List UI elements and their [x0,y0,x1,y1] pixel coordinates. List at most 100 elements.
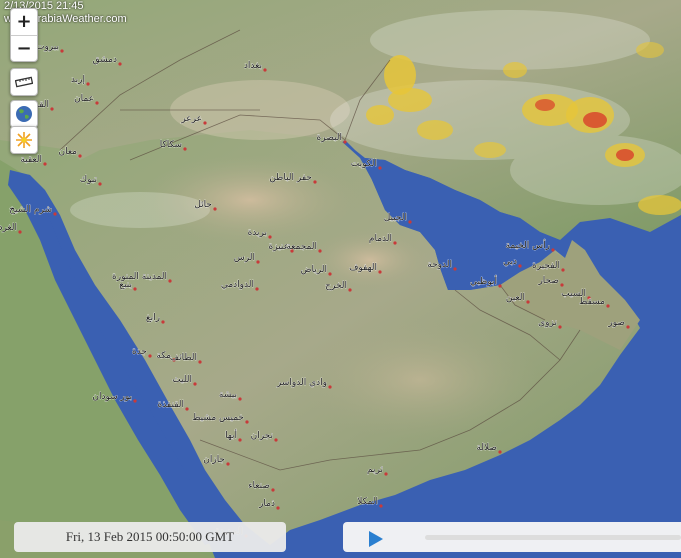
city-label: بيروت [36,42,59,52]
city-label: العقبة [20,155,42,165]
lightning-button[interactable] [10,126,38,154]
ruler-icon [15,76,33,88]
weather-map[interactable]: بيروتدمشقإربدعمانالقدسالعقبةمعانتبوكبغدا… [0,0,681,558]
city-dot [193,382,197,386]
city-dot [263,68,267,72]
city-label: دمشق [93,55,117,65]
animation-player [343,522,681,552]
city-label: شرم الشيخ [9,205,52,215]
time-display: Fri, 13 Feb 2015 00:50:00 GMT [14,522,286,552]
city-label: العين [506,293,525,303]
globe-button[interactable] [10,100,38,128]
city-label: سكاكا [160,140,182,150]
city-label: الدمام [369,234,392,244]
city-label: الكويت [351,159,377,169]
city-label: ثريم [367,465,383,475]
timeline-slider[interactable] [425,535,681,540]
city-label: بور سودان [92,392,132,402]
city-dot [551,248,555,252]
city-dot [348,288,352,292]
city-label: الدوحة [427,260,452,270]
zoom-control: + − [10,8,38,62]
city-label: الطائف [170,353,197,363]
city-label: عرعر [180,114,202,124]
city-dot [626,325,630,329]
city-label: صور [607,318,625,328]
city-dot [60,49,64,53]
lightning-icon [16,132,32,148]
zoom-in-button[interactable]: + [11,9,37,35]
zoom-out-button[interactable]: − [11,34,37,62]
city-label: أبوظبي [470,275,497,287]
city-dot [276,506,280,510]
city-label: الخرج [325,281,347,291]
city-dot [378,270,382,274]
city-dot [561,268,565,272]
city-label: أبها [225,429,237,441]
city-label: رابغ [146,313,160,323]
city-label: دبي [503,257,517,267]
city-dot [95,101,99,105]
city-label: تبوك [80,175,98,185]
city-dot [560,283,564,287]
city-dot [118,62,122,66]
city-dot [313,180,317,184]
city-label: بغداد [244,61,262,71]
globe-icon [16,106,32,122]
city-label: الهفوف [349,263,377,273]
city-label: جازان [203,455,225,465]
ruler-button[interactable] [10,68,38,96]
city-dot [384,472,388,476]
city-dot [256,260,260,264]
city-label: نجران [251,431,273,441]
city-dot [148,354,152,358]
city-dot [50,107,54,111]
city-dot [198,360,202,364]
city-dot [378,166,382,170]
city-dot [518,264,522,268]
desert-rubalkhali [300,320,540,440]
city-dot [245,420,249,424]
city-dot [86,82,90,86]
city-dot [226,462,230,466]
city-label: إربد [71,75,85,85]
city-label: الجبيل [384,213,407,223]
city-dot [318,249,322,253]
city-label: الرس [234,253,255,263]
city-label: الليث [172,375,192,385]
city-label: خميس مشيط [192,413,244,423]
city-dot [183,147,187,151]
city-dot [213,207,217,211]
city-label: حائل [194,200,212,210]
city-dot [18,230,22,234]
city-label: ينبع [119,280,132,290]
city-dot [498,450,502,454]
city-label: عمان [74,94,94,104]
play-button[interactable] [369,531,383,547]
city-label: المجمعة [286,242,317,252]
city-label: ذمار [258,499,275,509]
city-dot [526,300,530,304]
city-label: بيشة [219,390,237,400]
city-dot [255,287,259,291]
city-label: صحار [537,276,559,286]
city-dot [168,279,172,283]
city-dot [203,121,207,125]
city-label: المكلا [357,497,378,507]
city-label: الفجيرة [532,261,560,271]
city-dot [408,220,412,224]
city-label: الرياض [301,265,327,275]
city-dot [133,399,137,403]
city-dot [379,504,383,508]
city-dot [343,140,347,144]
city-dot [271,488,275,492]
city-dot [606,304,610,308]
city-label: الغردقة [0,223,17,233]
city-dot [498,284,502,288]
city-dot [238,397,242,401]
city-dot [558,325,562,329]
city-dot [238,438,242,442]
city-dot [133,287,137,291]
city-dot [328,385,332,389]
city-dot [185,407,189,411]
